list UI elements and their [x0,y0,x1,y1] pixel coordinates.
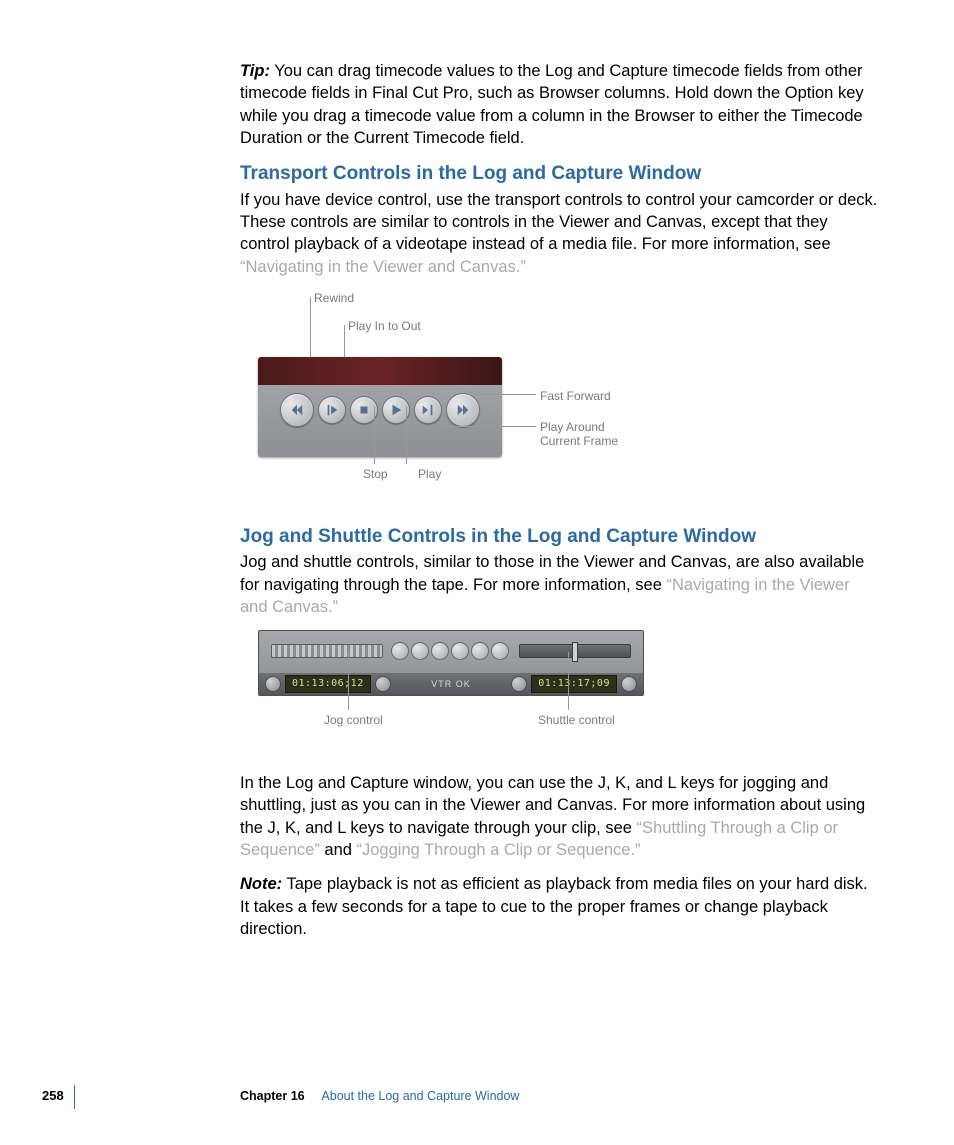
note-text: Tape playback is not as efficient as pla… [240,875,868,938]
preview-strip [258,357,502,385]
footer-chapter: Chapter 16 [240,1089,305,1103]
footer-title: About the Log and Capture Window [321,1089,519,1103]
note-paragraph: Note: Tape playback is not as efficient … [240,873,880,940]
jog-shuttle-panel: 01:13:06;12 VTR OK 01:13:17;09 [258,630,644,696]
callout-fast-forward: Fast Forward [540,388,611,404]
footer-rule [74,1085,75,1109]
note-label: Note: [240,875,282,893]
callout-shuttle: Shuttle control [538,712,615,728]
transport-body-text: If you have device control, use the tran… [240,191,877,254]
play-around-frame-button[interactable] [414,396,442,424]
link-navigating-viewer-canvas[interactable]: “Navigating in the Viewer and Canvas.” [240,258,526,276]
callout-jog: Jog control [324,712,383,728]
mini-stop-button[interactable] [431,642,449,660]
callout-play-in-out: Play In to Out [348,318,421,334]
footer-chapter-line: Chapter 16 About the Log and Capture Win… [240,1088,519,1105]
mini-play-around-button[interactable] [471,642,489,660]
jog-shuttle-body: Jog and shuttle controls, similar to tho… [240,551,880,618]
callout-play: Play [418,466,441,482]
page-number: 258 [42,1087,64,1105]
mini-play-in-out-button[interactable] [411,642,429,660]
jkl-text-mid: and [320,841,357,859]
callout-play-around-2: Current Frame [540,433,618,449]
transport-panel [258,357,502,457]
jkl-paragraph: In the Log and Capture window, you can u… [240,772,880,861]
go-to-out-button[interactable] [621,676,637,692]
heading-jog-shuttle: Jog and Shuttle Controls in the Log and … [240,524,880,550]
heading-transport-controls: Transport Controls in the Log and Captur… [240,161,880,187]
figure-jog-shuttle: 01:13:06;12 VTR OK 01:13:17;09 Jog contr… [258,630,880,750]
tip-text: You can drag timecode values to the Log … [240,62,864,147]
mini-rewind-button[interactable] [391,642,409,660]
jog-control[interactable] [271,644,383,658]
link-jogging[interactable]: “Jogging Through a Clip or Sequence.” [357,841,641,859]
play-in-to-out-button[interactable] [318,396,346,424]
timecode-right[interactable]: 01:13:17;09 [531,675,617,693]
vtr-status: VTR OK [431,678,471,690]
mini-play-button[interactable] [451,642,469,660]
rewind-button[interactable] [280,393,314,427]
tip-label: Tip: [240,62,270,80]
callout-stop: Stop [363,466,388,482]
set-out-button[interactable] [511,676,527,692]
mini-transport-buttons [391,642,509,660]
page-footer: 258 Chapter 16 About the Log and Capture… [0,1083,954,1105]
tip-paragraph: Tip: You can drag timecode values to the… [240,60,880,149]
transport-body: If you have device control, use the tran… [240,189,880,278]
fast-forward-button[interactable] [446,393,480,427]
go-to-in-button[interactable] [265,676,281,692]
set-in-button[interactable] [375,676,391,692]
callout-rewind: Rewind [314,290,354,306]
page-content: Tip: You can drag timecode values to the… [240,60,880,952]
mini-fast-forward-button[interactable] [491,642,509,660]
timecode-left[interactable]: 01:13:06;12 [285,675,371,693]
shuttle-control[interactable] [519,644,631,658]
figure-transport-controls: Rewind Play In to Out Fast Forward Play … [258,290,880,490]
